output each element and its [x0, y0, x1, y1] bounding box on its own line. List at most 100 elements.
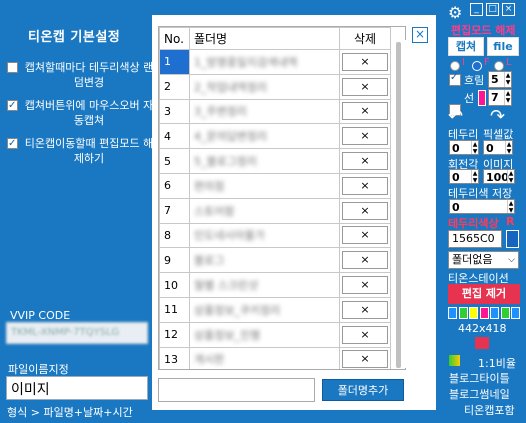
capture-button[interactable]: 캡쳐: [448, 37, 484, 56]
blur-label: 흐림: [464, 74, 485, 87]
restore-button[interactable]: □: [486, 3, 499, 16]
delete-button[interactable]: ×: [342, 102, 388, 121]
line-color-swatch[interactable]: [478, 90, 486, 106]
option-checkbox[interactable]: [7, 136, 18, 151]
row-number: 3: [159, 98, 190, 125]
radio-option[interactable]: [450, 61, 460, 71]
ratio-button[interactable]: 1:1비율: [478, 355, 516, 371]
rotate-stepper[interactable]: 0 ▲ ▼: [449, 169, 479, 184]
stepper-arrows-icon[interactable]: ▲ ▼: [504, 72, 511, 87]
vvip-code-field[interactable]: TKML-XNMP-7TQYSLG: [6, 322, 148, 344]
table-row[interactable]: 10 월별 스크린샷 ×: [159, 272, 391, 298]
undo-icon[interactable]: ↶: [448, 106, 463, 127]
table-row[interactable]: 11 상품정보_쿠키정리 ×: [159, 296, 391, 323]
delete-button[interactable]: ×: [342, 77, 388, 96]
minimize-button[interactable]: _: [470, 3, 483, 16]
folder-name-text: 상품정보_쿠키정리: [193, 303, 281, 317]
border-stepper[interactable]: 0 ▲ ▼: [449, 140, 479, 155]
option-checkbox[interactable]: [7, 98, 18, 113]
delete-button[interactable]: ×: [342, 251, 388, 270]
row-folder-name[interactable]: 게시판: [188, 346, 341, 369]
stepper-arrows-icon[interactable]: ▲ ▼: [471, 170, 478, 184]
line-stepper[interactable]: 7 ▲ ▼: [488, 89, 512, 106]
color-preview-swatch[interactable]: [506, 230, 519, 248]
remove-edit-button[interactable]: 편집 제거: [448, 284, 520, 304]
folder-select[interactable]: 폴더없음 ⌵: [448, 251, 519, 269]
row-folder-name[interactable]: 5_블로그정리: [188, 148, 341, 174]
row-folder-name[interactable]: 편의점: [188, 172, 341, 199]
radio-option[interactable]: [472, 61, 482, 71]
table-scrollbar-thumb[interactable]: [396, 42, 401, 368]
blur-stepper[interactable]: 5 ▲ ▼: [488, 71, 512, 88]
add-folder-button[interactable]: 폴더명추가: [322, 379, 404, 401]
radio-option[interactable]: [494, 61, 504, 71]
blog-thumbnail-button[interactable]: 블로그썸네일: [449, 386, 510, 402]
filename-input[interactable]: 이미지: [6, 376, 148, 400]
row-folder-name[interactable]: 상품정보_쿠키정리: [188, 296, 341, 323]
color-swatch[interactable]: [479, 307, 489, 319]
delete-button[interactable]: ×: [342, 152, 388, 171]
stepper-arrows-icon[interactable]: ▲ ▼: [505, 141, 512, 155]
table-row[interactable]: 8 인도네시아물가 ×: [159, 222, 391, 249]
row-folder-name[interactable]: 4_문의답변정리: [188, 123, 341, 150]
option-release-edit-mode[interactable]: 티온캡이동할때 편집모드 해제하기: [7, 136, 154, 166]
cube-icon[interactable]: [475, 337, 489, 349]
row-folder-name[interactable]: 스토어팜: [188, 197, 341, 224]
table-row[interactable]: 6 편의점 ×: [159, 172, 391, 199]
row-folder-name[interactable]: 인도네시아물가: [188, 222, 341, 249]
row-folder-name[interactable]: 2_작업내역정리: [188, 73, 341, 100]
pixel-stepper[interactable]: 0 ▲ ▼: [483, 140, 513, 155]
option-mouseover-capture[interactable]: 캡쳐버튼위에 마우스오버 자동캡쳐: [7, 98, 154, 128]
blog-title-button[interactable]: 블로그타이틀: [449, 370, 510, 386]
color-swatch[interactable]: [448, 307, 457, 319]
close-window-button[interactable]: ×: [502, 3, 515, 16]
table-row[interactable]: 7 스토어팜 ×: [159, 197, 391, 224]
delete-button[interactable]: ×: [342, 276, 388, 295]
row-folder-name[interactable]: 상품정보_진행: [188, 321, 341, 348]
table-row[interactable]: 4 4_문의답변정리 ×: [159, 123, 391, 150]
delete-button[interactable]: ×: [342, 300, 388, 319]
stepper-arrows-icon[interactable]: ▲ ▼: [507, 200, 514, 214]
option-checkbox[interactable]: [7, 62, 18, 73]
row-number: 4: [159, 123, 190, 150]
stepper-arrows-icon[interactable]: ▲ ▼: [471, 141, 478, 155]
image-stepper[interactable]: 100 ▲ ▼: [483, 169, 515, 184]
option-random-border-color[interactable]: 캡쳐할때마다 테두리색상 랜덤변경: [7, 60, 154, 90]
gear-icon[interactable]: ⚙: [448, 3, 462, 22]
table-row[interactable]: 1 1_방명중일지검색내역 ×: [159, 49, 391, 75]
stepper-arrows-icon[interactable]: ▲ ▼: [507, 170, 514, 184]
folder-name-text: 3_주변정리: [193, 105, 247, 119]
color-swatch[interactable]: [490, 307, 499, 319]
color-swatch[interactable]: [511, 307, 520, 319]
row-folder-name[interactable]: 3_주변정리: [188, 98, 341, 125]
ratio-icon[interactable]: [449, 355, 460, 366]
file-button[interactable]: file: [487, 37, 519, 56]
table-row[interactable]: 2 2_작업내역정리 ×: [159, 73, 391, 100]
delete-button[interactable]: ×: [342, 350, 388, 369]
stepper-arrows-icon[interactable]: ▲ ▼: [504, 90, 511, 105]
delete-button[interactable]: ×: [342, 201, 388, 220]
row-folder-name[interactable]: 월별 스크린샷: [188, 272, 341, 298]
color-swatch[interactable]: [469, 307, 478, 319]
border-color-save-stepper[interactable]: 0 ▲ ▼: [449, 199, 515, 214]
color-swatch[interactable]: [500, 307, 510, 319]
color-swatch[interactable]: [458, 307, 468, 319]
blur-checkbox[interactable]: [449, 72, 461, 86]
table-row[interactable]: 9 블로그 ×: [159, 247, 391, 274]
table-row[interactable]: 5 5_블로그정리 ×: [159, 148, 391, 174]
row-folder-name[interactable]: 블로그: [188, 247, 341, 274]
folder-name-input[interactable]: [158, 378, 315, 402]
row-folder-name[interactable]: 1_방명중일지검색내역: [188, 49, 341, 75]
delete-button[interactable]: ×: [342, 226, 388, 245]
table-row[interactable]: 13 게시판 ×: [159, 346, 391, 369]
table-row[interactable]: 3 3_주변정리 ×: [159, 98, 391, 125]
close-panel-button[interactable]: ×: [412, 27, 428, 43]
delete-button[interactable]: ×: [342, 176, 388, 195]
edit-mode-toggle[interactable]: 편집모드 해제: [451, 22, 516, 38]
table-row[interactable]: 12 상품정보_진행 ×: [159, 321, 391, 348]
color-hex-input[interactable]: 1565C0: [448, 230, 502, 248]
delete-button[interactable]: ×: [342, 52, 388, 71]
redo-icon[interactable]: ↷: [490, 106, 505, 127]
delete-button[interactable]: ×: [342, 127, 388, 146]
delete-button[interactable]: ×: [342, 325, 388, 344]
